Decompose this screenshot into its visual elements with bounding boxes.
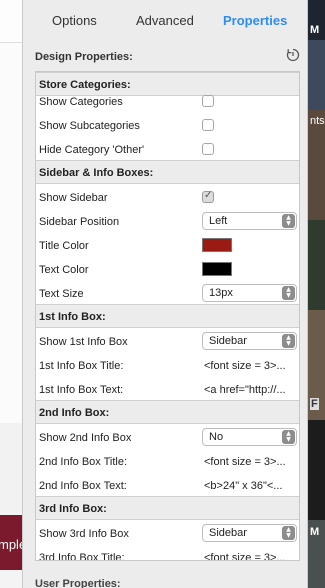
row-label: 1st Info Box Text: bbox=[39, 384, 124, 396]
row-label: Sidebar Position bbox=[39, 216, 120, 228]
tab-options[interactable]: Options bbox=[52, 13, 97, 28]
row-label: Show 1st Info Box bbox=[39, 336, 128, 348]
background-block bbox=[0, 423, 22, 513]
select-value: No bbox=[209, 431, 224, 443]
title-color-swatch[interactable] bbox=[202, 238, 232, 252]
background-text: M bbox=[310, 24, 320, 36]
row-label: Title Color bbox=[39, 240, 89, 252]
3rd-info-box-title-value[interactable]: <font size = 3>... bbox=[204, 552, 296, 560]
row-2nd-info-box-title[interactable]: 2nd Info Box Title: <font size = 3>... bbox=[36, 450, 299, 474]
show-3rd-info-box-select[interactable]: Sidebar ▲ ▼ bbox=[202, 524, 297, 542]
row-label: Show Sidebar bbox=[39, 192, 108, 204]
background-image bbox=[308, 40, 325, 110]
select-value: Sidebar bbox=[209, 335, 247, 347]
show-sidebar-checkbox[interactable] bbox=[202, 190, 214, 203]
row-label: 2nd Info Box Title: bbox=[39, 456, 128, 468]
show-1st-info-box-select[interactable]: Sidebar ▲ ▼ bbox=[202, 332, 297, 350]
updown-arrow-icon: ▲ ▼ bbox=[282, 334, 295, 348]
row-show-2nd-info-box: Show 2nd Info Box No ▲ ▼ bbox=[36, 426, 299, 450]
tab-bar: Options Advanced Properties bbox=[23, 0, 309, 40]
row-3rd-info-box-title[interactable]: 3rd Info Box Title: <font size = 3>... bbox=[36, 546, 299, 561]
row-label: Show 2nd Info Box bbox=[39, 432, 132, 444]
select-value: 13px bbox=[209, 287, 233, 299]
text-size-select[interactable]: 13px ▲ ▼ bbox=[202, 284, 297, 302]
background-text: mple bbox=[0, 537, 22, 552]
row-show-categories: Show Categories bbox=[36, 90, 299, 114]
1st-info-box-title-value[interactable]: <font size = 3>... bbox=[204, 360, 296, 372]
row-1st-info-box-text[interactable]: 1st Info Box Text: <a href="http://... bbox=[36, 378, 299, 402]
background-block bbox=[0, 43, 22, 423]
background-image: mple bbox=[0, 515, 22, 570]
row-label: Show Subcategories bbox=[39, 120, 140, 132]
show-subcategories-checkbox[interactable] bbox=[202, 119, 214, 131]
row-show-sidebar: Show Sidebar bbox=[36, 186, 299, 210]
row-hide-category-other: Hide Category 'Other' bbox=[36, 138, 299, 162]
row-label: Text Size bbox=[39, 288, 84, 300]
section-header-3rd-info-box: 3rd Info Box: bbox=[36, 496, 299, 520]
row-show-3rd-info-box: Show 3rd Info Box Sidebar ▲ ▼ bbox=[36, 522, 299, 546]
tab-properties[interactable]: Properties bbox=[223, 13, 287, 28]
row-sidebar-position: Sidebar Position Left ▲ ▼ bbox=[36, 210, 299, 234]
row-2nd-info-box-text[interactable]: 2nd Info Box Text: <b>24" x 36"<... bbox=[36, 474, 299, 498]
background-block bbox=[0, 0, 22, 43]
section-header-sidebar: Sidebar & Info Boxes: bbox=[36, 160, 299, 184]
select-value: Left bbox=[209, 215, 228, 227]
row-text-color: Text Color bbox=[36, 258, 299, 282]
background-text: F bbox=[310, 398, 319, 410]
text-color-swatch[interactable] bbox=[202, 262, 232, 276]
row-label: 3rd Info Box Title: bbox=[39, 552, 125, 561]
design-properties-title: Design Properties: bbox=[35, 51, 133, 63]
row-label: 2nd Info Box Text: bbox=[39, 480, 127, 492]
background-page-left: mple bbox=[0, 0, 22, 588]
updown-arrow-icon: ▲ ▼ bbox=[282, 430, 295, 444]
row-label: Show 3rd Info Box bbox=[39, 528, 129, 540]
updown-arrow-icon: ▲ ▼ bbox=[282, 286, 295, 300]
row-text-size: Text Size 13px ▲ ▼ bbox=[36, 282, 299, 306]
row-label: Show Categories bbox=[39, 96, 123, 108]
row-label: Hide Category 'Other' bbox=[39, 144, 145, 156]
reset-icon[interactable] bbox=[285, 47, 301, 63]
background-page-right: M nts F M bbox=[308, 0, 325, 588]
user-properties-title: User Properties: bbox=[35, 578, 121, 588]
tab-advanced[interactable]: Advanced bbox=[136, 13, 194, 28]
section-header-2nd-info-box: 2nd Info Box: bbox=[36, 400, 299, 424]
inspector-panel: Options Advanced Properties Design Prope… bbox=[22, 0, 308, 588]
select-value: Sidebar bbox=[209, 527, 247, 539]
2nd-info-box-text-value[interactable]: <b>24" x 36"<... bbox=[204, 480, 296, 492]
hide-category-other-checkbox[interactable] bbox=[202, 143, 214, 155]
row-show-subcategories: Show Subcategories bbox=[36, 114, 299, 138]
background-image bbox=[308, 420, 325, 520]
show-categories-checkbox[interactable] bbox=[202, 95, 214, 107]
background-text: nts bbox=[310, 115, 325, 127]
background-image bbox=[308, 220, 325, 310]
row-title-color: Title Color bbox=[36, 234, 299, 258]
row-show-1st-info-box: Show 1st Info Box Sidebar ▲ ▼ bbox=[36, 330, 299, 354]
1st-info-box-text-value[interactable]: <a href="http://... bbox=[204, 384, 296, 396]
properties-list: Store Categories: Show Categories Show S… bbox=[35, 71, 300, 561]
sidebar-position-select[interactable]: Left ▲ ▼ bbox=[202, 212, 297, 230]
row-1st-info-box-title[interactable]: 1st Info Box Title: <font size = 3>... bbox=[36, 354, 299, 378]
row-label: Text Color bbox=[39, 264, 89, 276]
background-text: M bbox=[310, 526, 320, 538]
section-header-1st-info-box: 1st Info Box: bbox=[36, 304, 299, 328]
row-label: 1st Info Box Title: bbox=[39, 360, 124, 372]
updown-arrow-icon: ▲ ▼ bbox=[282, 214, 295, 228]
show-2nd-info-box-select[interactable]: No ▲ ▼ bbox=[202, 428, 297, 446]
2nd-info-box-title-value[interactable]: <font size = 3>... bbox=[204, 456, 296, 468]
updown-arrow-icon: ▲ ▼ bbox=[282, 526, 295, 540]
